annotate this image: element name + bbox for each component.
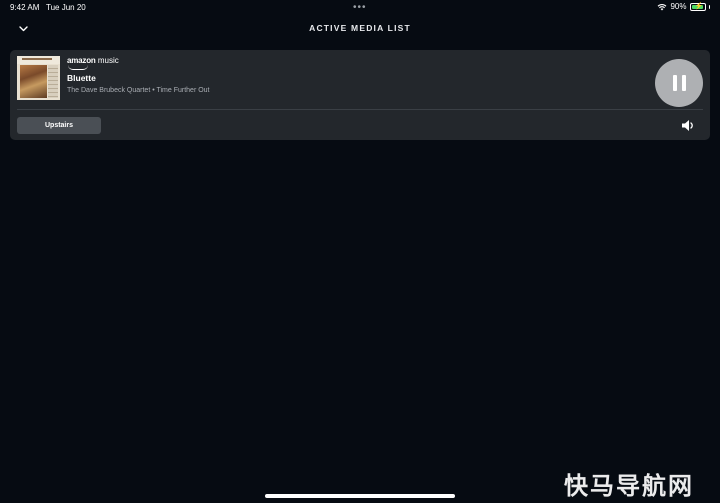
status-time: 9:42 AM: [10, 3, 40, 12]
pause-bar-left: [672, 75, 677, 91]
wifi-icon: [657, 3, 667, 11]
watermark: 快马导航网: [564, 473, 694, 500]
pause-button[interactable]: [655, 59, 703, 107]
provider-amazon: amazon: [67, 56, 96, 65]
status-date: Tue Jun 20: [46, 3, 86, 12]
amazon-music-logo: amazon music: [67, 56, 119, 70]
album-art-side-panel: [48, 65, 58, 98]
album-art-title-mark: [22, 58, 52, 60]
battery-nub: [708, 4, 710, 9]
speaker-icon: [681, 119, 693, 131]
album-art: [17, 56, 60, 100]
multitasking-dots[interactable]: •••: [353, 2, 367, 13]
home-indicator[interactable]: [265, 494, 455, 498]
device-button[interactable]: Upstairs: [17, 117, 101, 134]
pause-bar-right: [681, 75, 686, 91]
page-title: ACTIVE MEDIA LIST: [309, 23, 411, 33]
amazon-smile-icon: [68, 65, 88, 70]
volume-button[interactable]: [678, 116, 698, 134]
status-right: 90% ⚡: [657, 2, 710, 11]
battery-icon: ⚡: [689, 2, 706, 11]
status-bar: 9:42 AM Tue Jun 20 ••• 90% ⚡: [0, 0, 720, 14]
card-divider: [17, 109, 703, 110]
track-title: Bluette: [67, 73, 96, 83]
battery-percent: 90%: [670, 2, 687, 11]
track-subtitle: The Dave Brubeck Quartet • Time Further …: [67, 87, 210, 94]
pause-icon: [670, 75, 688, 91]
header: ACTIVE MEDIA LIST: [0, 18, 720, 40]
album-art-painting: [20, 65, 47, 98]
provider-music: music: [97, 56, 119, 65]
charging-bolt-icon: ⚡: [694, 2, 704, 10]
media-card[interactable]: amazon music Bluette The Dave Brubeck Qu…: [10, 50, 710, 140]
